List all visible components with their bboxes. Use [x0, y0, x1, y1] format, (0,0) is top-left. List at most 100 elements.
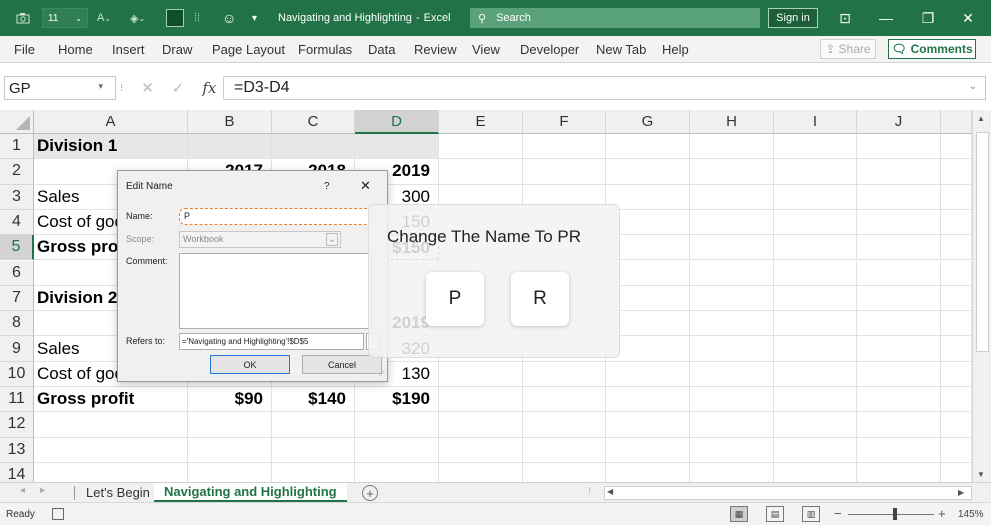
cell-f13[interactable]	[523, 437, 606, 463]
comments-button[interactable]: 🗨 Comments	[888, 39, 976, 59]
select-all-corner[interactable]	[0, 110, 34, 134]
cell-b13[interactable]	[188, 437, 272, 463]
prev-sheet-icon[interactable]: ◂	[20, 485, 25, 496]
tab-draw[interactable]: Draw	[162, 36, 192, 62]
row-header-1[interactable]: 1	[0, 134, 34, 160]
tab-view[interactable]: View	[472, 36, 500, 62]
cell-d13[interactable]	[355, 437, 439, 463]
row-header-14[interactable]: 14	[0, 462, 34, 482]
cell-g11[interactable]	[606, 387, 690, 413]
cell-j7[interactable]	[857, 285, 941, 312]
cell-d12[interactable]	[355, 412, 439, 438]
help-icon[interactable]: ?	[324, 181, 330, 192]
cell-b14[interactable]	[188, 462, 272, 482]
row-header-10[interactable]: 10	[0, 361, 34, 387]
tab-help[interactable]: Help	[662, 36, 689, 62]
column-header-b[interactable]: B	[188, 110, 272, 134]
cell-h3[interactable]	[690, 184, 774, 210]
cell-h4[interactable]	[690, 209, 774, 236]
cell-k5[interactable]	[941, 235, 972, 261]
restore-icon[interactable]: ❐	[910, 0, 946, 36]
cell-k4[interactable]	[941, 209, 972, 236]
cell-i6[interactable]	[774, 260, 857, 286]
cell-j6[interactable]	[857, 260, 941, 286]
expand-formula-icon[interactable]: ⌄	[969, 81, 977, 92]
cell-g10[interactable]	[606, 361, 690, 387]
cell-h1[interactable]	[690, 134, 774, 160]
cell-e12[interactable]	[439, 412, 523, 438]
scroll-down-icon[interactable]: ▼	[977, 470, 985, 479]
cell-d14[interactable]	[355, 462, 439, 482]
cell-e10[interactable]	[439, 361, 523, 387]
cell-g12[interactable]	[606, 412, 690, 438]
cell-i8[interactable]	[774, 311, 857, 337]
name-box[interactable]: GP ▾	[4, 76, 116, 100]
cell-k10[interactable]	[941, 361, 972, 387]
cell-e2[interactable]	[439, 159, 523, 185]
column-header-g[interactable]: G	[606, 110, 690, 134]
column-header-e[interactable]: E	[439, 110, 523, 134]
cell-j10[interactable]	[857, 361, 941, 387]
cell-k13[interactable]	[941, 437, 972, 463]
fill-color-icon[interactable]: ◈ ⌄	[130, 0, 145, 36]
row-header-5[interactable]: 5	[0, 235, 34, 261]
cell-j3[interactable]	[857, 184, 941, 210]
row-header-11[interactable]: 11	[0, 387, 34, 413]
row-header-12[interactable]: 12	[0, 412, 34, 438]
tab-data[interactable]: Data	[368, 36, 395, 62]
formula-input[interactable]: =D3-D4 ⌄	[224, 76, 986, 100]
zoom-out-icon[interactable]: −	[834, 506, 842, 521]
cell-f12[interactable]	[523, 412, 606, 438]
cell-e11[interactable]	[439, 387, 523, 413]
cell-i5[interactable]	[774, 235, 857, 261]
tab-splitter-icon[interactable]: ⁝	[588, 486, 591, 497]
cell-f1[interactable]	[523, 134, 606, 160]
cell-h2[interactable]	[690, 159, 774, 185]
cell-e14[interactable]	[439, 462, 523, 482]
cell-h12[interactable]	[690, 412, 774, 438]
cell-h13[interactable]	[690, 437, 774, 463]
cell-i14[interactable]	[774, 462, 857, 482]
close-icon[interactable]: ✕	[950, 0, 986, 36]
cell-k7[interactable]	[941, 285, 972, 312]
tab-review[interactable]: Review	[414, 36, 457, 62]
cell-f10[interactable]	[523, 361, 606, 387]
cell-k8[interactable]	[941, 311, 972, 337]
cell-j4[interactable]	[857, 209, 941, 236]
cell-h7[interactable]	[690, 285, 774, 312]
cell-g13[interactable]	[606, 437, 690, 463]
cell-j1[interactable]	[857, 134, 941, 160]
page-break-view-icon[interactable]: ▥	[802, 506, 820, 522]
tab-new-tab[interactable]: New Tab	[596, 36, 646, 62]
tab-formulas[interactable]: Formulas	[298, 36, 352, 62]
confirm-entry-icon[interactable]: ✓	[172, 79, 185, 97]
cell-i1[interactable]	[774, 134, 857, 160]
customize-toolbar-icon[interactable]: ▾	[252, 0, 257, 36]
cell-b1[interactable]	[188, 134, 272, 160]
cell-f11[interactable]	[523, 387, 606, 413]
cell-k14[interactable]	[941, 462, 972, 482]
cell-i11[interactable]	[774, 387, 857, 413]
cell-i12[interactable]	[774, 412, 857, 438]
cell-c1[interactable]	[272, 134, 355, 160]
cell-j2[interactable]	[857, 159, 941, 185]
comment-field[interactable]	[179, 253, 372, 329]
scroll-right-icon[interactable]: ▶	[958, 488, 964, 497]
cell-e13[interactable]	[439, 437, 523, 463]
row-header-2[interactable]: 2	[0, 159, 34, 185]
macro-record-icon[interactable]	[52, 508, 64, 520]
cell-i7[interactable]	[774, 285, 857, 312]
zoom-in-icon[interactable]: +	[938, 506, 946, 521]
cell-f2[interactable]	[523, 159, 606, 185]
cell-g14[interactable]	[606, 462, 690, 482]
cell-g1[interactable]	[606, 134, 690, 160]
cell-h5[interactable]	[690, 235, 774, 261]
cell-j9[interactable]	[857, 336, 941, 362]
cell-j14[interactable]	[857, 462, 941, 482]
cell-a12[interactable]	[34, 412, 188, 438]
cell-j12[interactable]	[857, 412, 941, 438]
cell-j5[interactable]	[857, 235, 941, 261]
cell-h11[interactable]	[690, 387, 774, 413]
tab-page-layout[interactable]: Page Layout	[212, 36, 285, 62]
cell-b12[interactable]	[188, 412, 272, 438]
